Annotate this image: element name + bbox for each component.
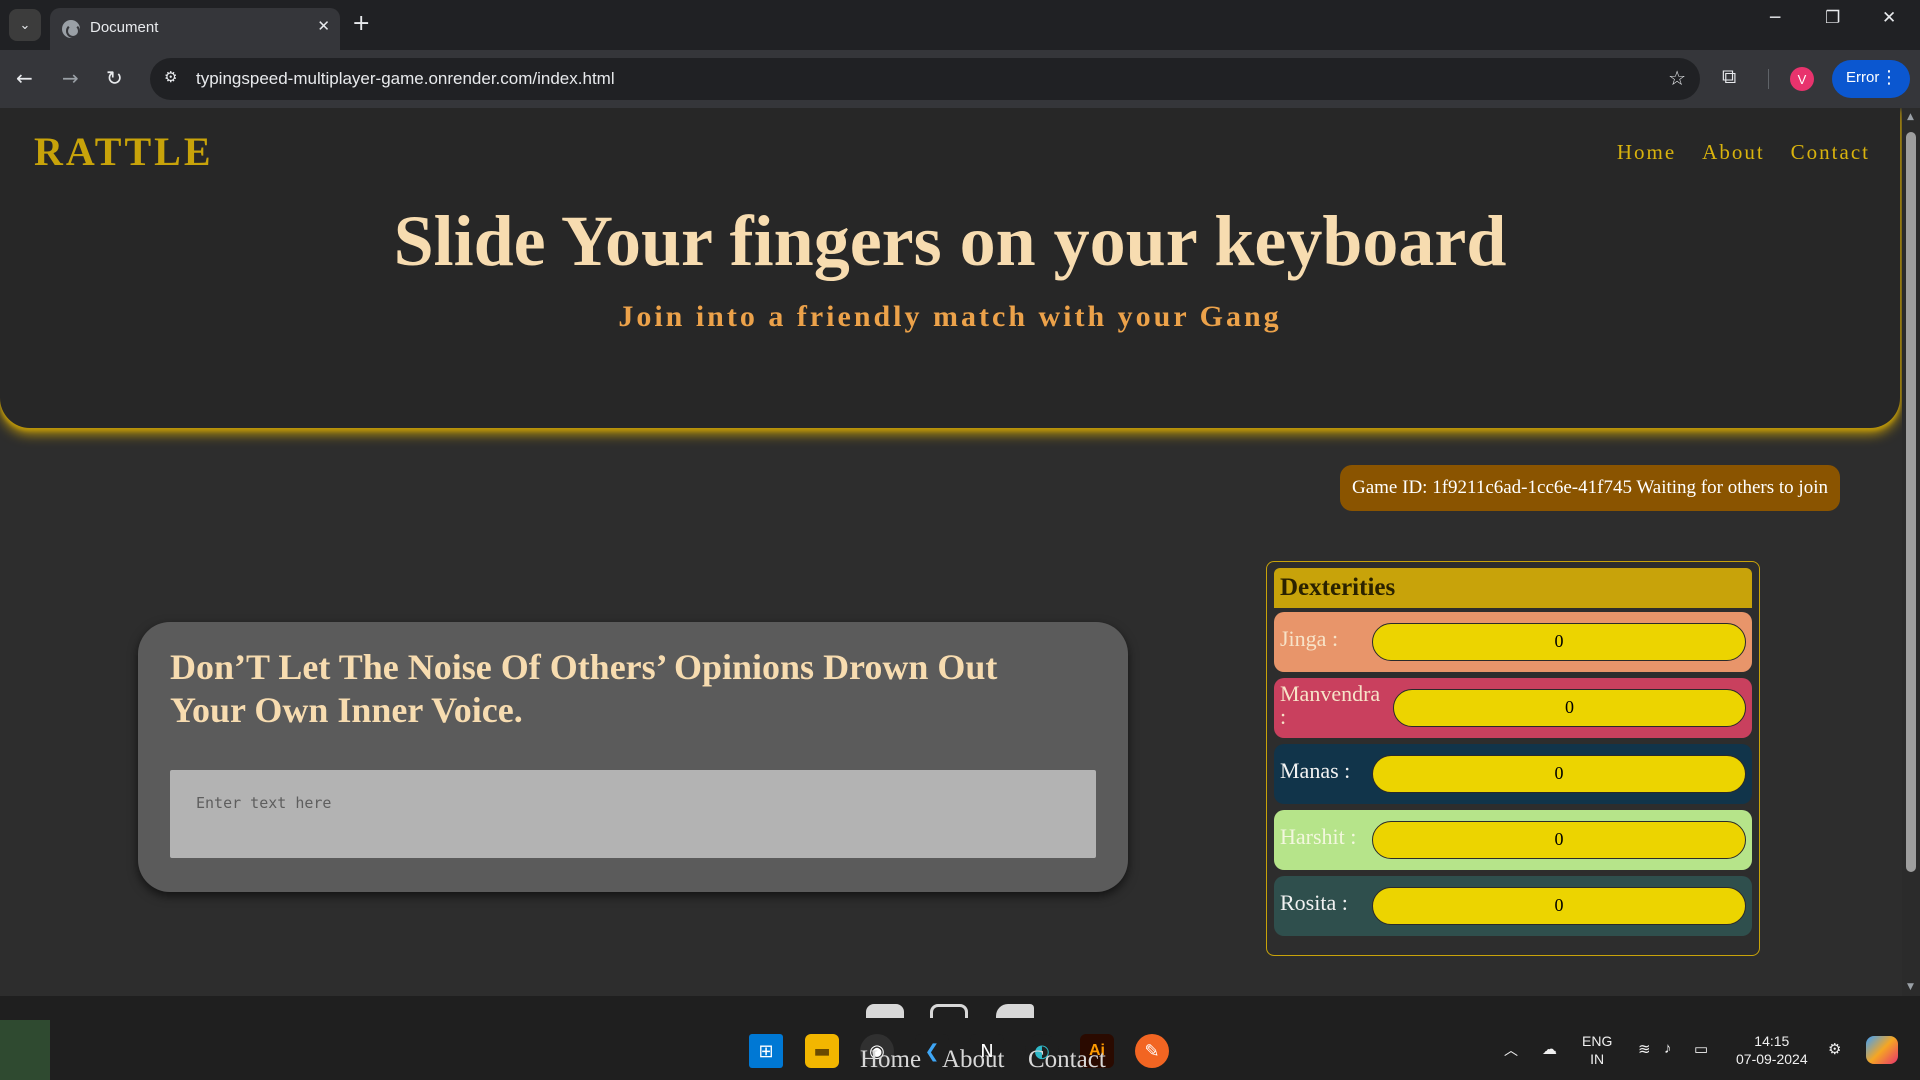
player-name: Jinga : [1280,626,1339,651]
notification-icon[interactable]: ⚙ [1828,1040,1841,1058]
player-row: Manas : 0 [1274,744,1752,804]
avatar[interactable]: V [1790,67,1814,91]
tab-search-icon[interactable]: ⌄ [9,9,41,41]
chevron-up-icon[interactable]: ︿ [1504,1040,1518,1060]
scoreboard: Dexterities Jinga : 0 Manvendra : 0 Mana… [1266,561,1760,956]
hero-title: Slide Your fingers on your keyboard [393,201,1507,281]
game-status-badge: Game ID: 1f9211c6ad-1cc6e-41f745 Waiting… [1340,465,1840,511]
forward-arrow-icon[interactable]: → [62,64,79,92]
clock[interactable]: 14:15 07-09-2024 [1736,1032,1808,1068]
player-row: Manvendra : 0 [1274,678,1752,738]
address-bar[interactable]: ⚙ typingspeed-multiplayer-game.onrender.… [150,58,1700,100]
player-name: Harshit : [1280,824,1357,849]
tab-title: Document [90,19,159,36]
player-score-bar: 0 [1372,887,1746,925]
hero-subtitle: Join into a friendly match with your Gan… [618,300,1282,333]
footer-contact[interactable]: Contact [1028,1046,1106,1074]
back-arrow-icon[interactable]: ← [16,64,33,92]
twitter-icon[interactable] [996,1004,1034,1018]
language-indicator[interactable]: ENG IN [1582,1032,1612,1068]
hero-header: RATTLE Home About Contact Slide Your fin… [0,108,1900,428]
globe-icon [62,20,80,38]
typing-input[interactable] [170,770,1096,858]
typing-card: Don’T Let The Noise Of Others’ Opinions … [138,622,1128,892]
page-content: RATTLE Home About Contact Slide Your fin… [0,108,1902,996]
player-name: Manas : [1280,758,1351,783]
browser-toolbar: ← → ↻ ⚙ typingspeed-multiplayer-game.onr… [0,50,1920,108]
kebab-menu-icon[interactable]: ⋮ [1880,67,1898,88]
error-button[interactable]: Error ⋮ [1832,60,1910,98]
top-nav: Home About Contact [1617,140,1870,165]
copilot-icon[interactable] [1866,1036,1898,1064]
close-window-icon[interactable]: ✕ [1882,8,1896,28]
quote-text: Don’T Let The Noise Of Others’ Opinions … [170,647,998,730]
url-text[interactable]: typingspeed-multiplayer-game.onrender.co… [196,69,615,89]
error-label: Error [1846,69,1880,86]
player-name: Manvendra : [1280,681,1381,729]
player-row: Harshit : 0 [1274,810,1752,870]
wifi-icon[interactable]: ≋ [1638,1040,1651,1058]
nav-home[interactable]: Home [1617,140,1676,165]
desktop-thumbnail[interactable] [0,1020,50,1080]
extensions-icon[interactable]: ⧉ [1722,64,1736,88]
windows-start-icon[interactable]: ⊞ [749,1034,783,1068]
volume-icon[interactable]: ♪ [1664,1040,1672,1057]
linkedin-icon[interactable] [866,1004,904,1018]
site-info-icon[interactable]: ⚙ [164,68,177,86]
player-name: Rosita : [1280,890,1348,915]
player-score-bar: 0 [1372,623,1746,661]
footer-about[interactable]: About [942,1046,1005,1074]
footer-home[interactable]: Home [860,1046,921,1074]
lang-top: ENG [1582,1033,1613,1049]
lang-bottom: IN [1590,1051,1605,1067]
player-row: Rosita : 0 [1274,876,1752,936]
scroll-down-icon[interactable]: ▼ [1907,982,1914,992]
player-score-bar: 0 [1372,755,1746,793]
reload-icon[interactable]: ↻ [106,64,123,92]
cloud-icon[interactable]: ☁ [1542,1040,1557,1058]
tab-close-icon[interactable]: ✕ [317,17,330,35]
scroll-up-icon[interactable]: ▲ [1907,112,1914,122]
page-scrollbar[interactable]: ▲ ▼ [1902,108,1920,996]
pen-app-icon[interactable]: ✎ [1135,1034,1169,1068]
instagram-icon[interactable] [930,1004,968,1018]
player-row: Jinga : 0 [1274,612,1752,672]
star-icon[interactable]: ☆ [1668,66,1686,90]
scoreboard-title: Dexterities [1274,568,1752,608]
nav-contact[interactable]: Contact [1791,140,1870,165]
nav-about[interactable]: About [1702,140,1765,165]
brand-logo[interactable]: RATTLE [34,128,214,175]
browser-tab-bar: ⌄ Document ✕ + ─ ❐ ✕ [0,0,1920,50]
restore-icon[interactable]: ❐ [1825,8,1840,28]
new-tab-button[interactable]: + [352,10,370,38]
file-explorer-icon[interactable]: ▬ [805,1034,839,1068]
player-score-bar: 0 [1393,689,1746,727]
windows-taskbar: ⊞ ▬ ◉ ❮ N ◐ Ai ✎ Home About Contact ︿ ☁ … [0,996,1920,1080]
scroll-thumb[interactable] [1906,132,1916,872]
toolbar-divider [1768,69,1769,89]
player-score-bar: 0 [1372,821,1746,859]
clock-date: 07-09-2024 [1736,1051,1808,1067]
tab-document[interactable]: Document ✕ [50,8,340,50]
clock-time: 14:15 [1754,1033,1790,1049]
battery-icon[interactable]: ▭ [1694,1040,1708,1058]
minimize-icon[interactable]: ─ [1770,8,1780,28]
